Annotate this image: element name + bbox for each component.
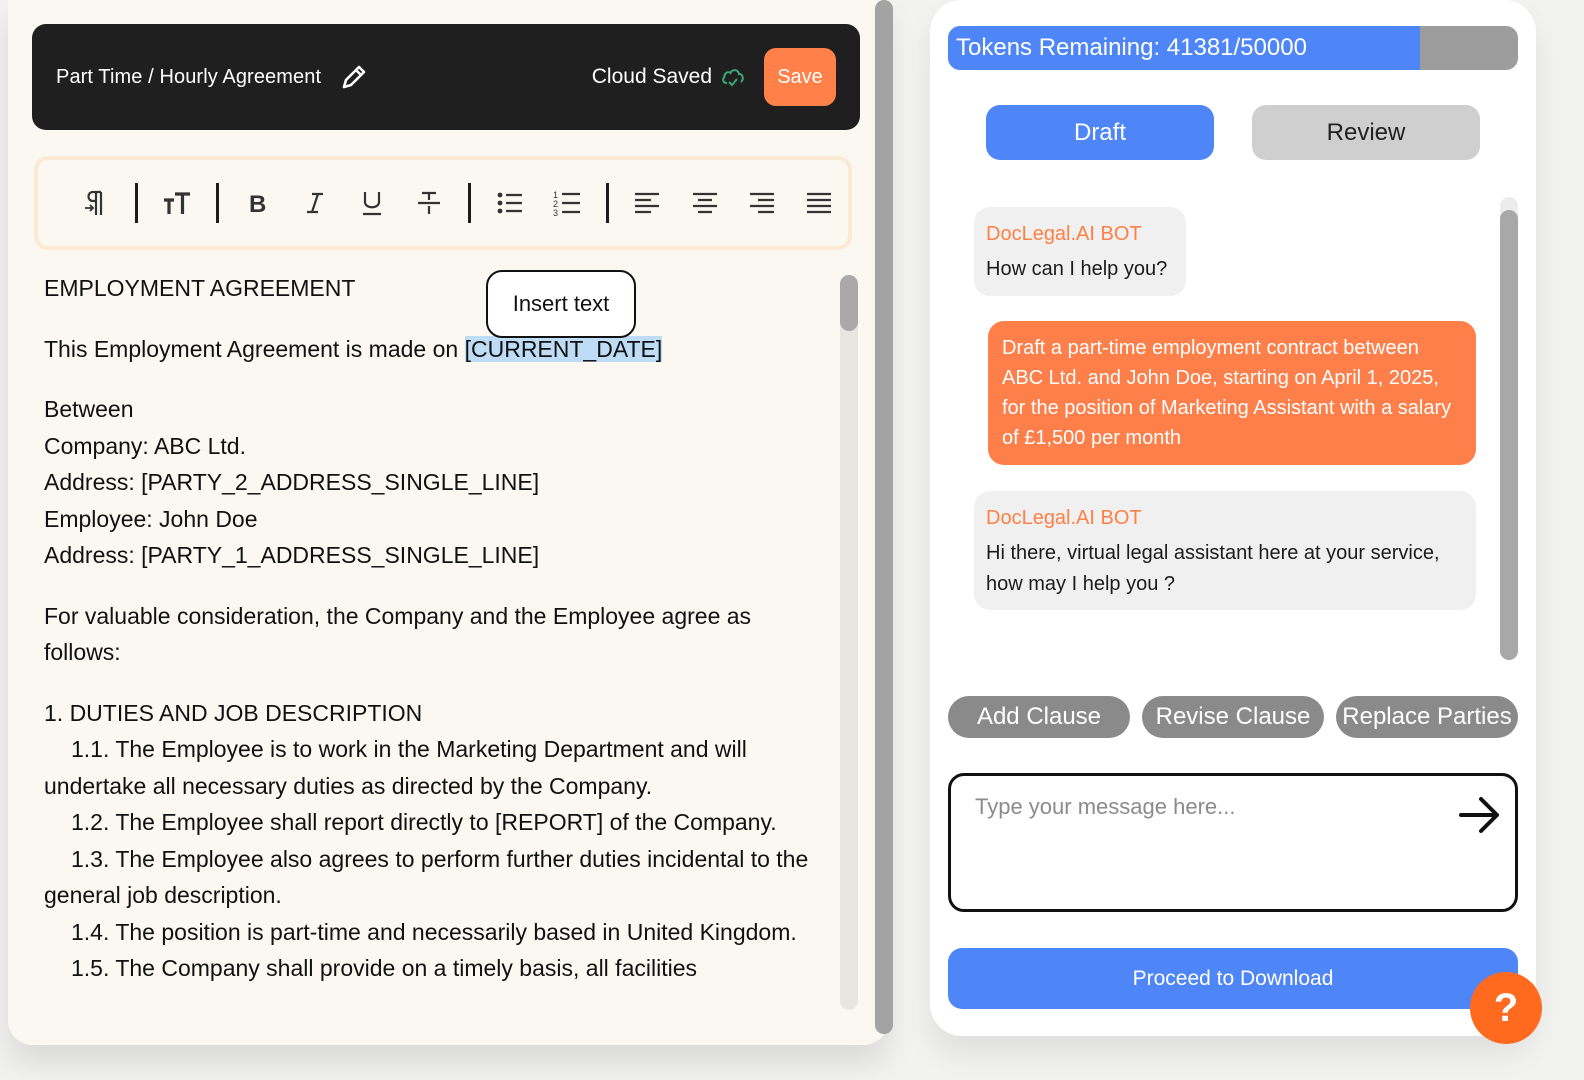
editor-panel: Part Time / Hourly Agreement Cloud Saved… bbox=[8, 0, 888, 1045]
editor-outer-scrollbar[interactable] bbox=[875, 0, 893, 1034]
tab-draft[interactable]: Draft bbox=[986, 105, 1214, 160]
svg-text:3: 3 bbox=[553, 208, 558, 217]
clause-1-4: 1.4. The position is part-time and neces… bbox=[71, 918, 797, 945]
align-center-icon[interactable] bbox=[676, 174, 733, 232]
revise-clause-button[interactable]: Revise Clause bbox=[1142, 696, 1324, 738]
bot-name: DocLegal.AI BOT bbox=[986, 507, 1142, 529]
help-button[interactable]: ? bbox=[1470, 972, 1542, 1044]
proceed-to-download-button[interactable]: Proceed to Download bbox=[948, 948, 1518, 1009]
bot-message: DocLegal.AI BOT Hi there, virtual legal … bbox=[974, 491, 1476, 610]
clause-1-5: 1.5. The Company shall provide on a time… bbox=[71, 955, 697, 981]
align-justify-icon[interactable] bbox=[791, 174, 848, 232]
bullet-list-icon[interactable] bbox=[481, 174, 538, 232]
chat-scrollbar-thumb[interactable] bbox=[1500, 210, 1518, 660]
clause-1-3: 1.3. The Employee also agrees to perform… bbox=[44, 845, 809, 909]
section-heading: 1. DUTIES AND JOB DESCRIPTION bbox=[44, 699, 423, 726]
text-size-icon[interactable] bbox=[148, 174, 205, 232]
between-label: Between bbox=[44, 396, 134, 422]
document-scrollbar-thumb[interactable] bbox=[840, 275, 858, 331]
insert-text-tooltip[interactable]: Insert text bbox=[486, 270, 636, 338]
document-header: Part Time / Hourly Agreement Cloud Saved… bbox=[32, 24, 860, 130]
numbered-list-icon[interactable]: 123 bbox=[538, 174, 595, 232]
toolbar-divider bbox=[605, 183, 609, 223]
document-scrollbar-track[interactable] bbox=[840, 275, 858, 1010]
bot-message-text: Hi there, virtual legal assistant here a… bbox=[986, 542, 1440, 595]
tokens-progress-bar: Tokens Remaining: 41381/50000 bbox=[948, 26, 1518, 70]
assistant-panel: Tokens Remaining: 41381/50000 Draft Revi… bbox=[930, 0, 1536, 1036]
underline-icon[interactable] bbox=[343, 174, 400, 232]
toolbar-divider bbox=[215, 183, 219, 223]
tokens-remaining-label: Tokens Remaining: 41381/50000 bbox=[956, 34, 1307, 61]
add-clause-button[interactable]: Add Clause bbox=[948, 696, 1130, 738]
paragraph-icon[interactable] bbox=[68, 174, 125, 232]
document-heading: EMPLOYMENT AGREEMENT bbox=[44, 275, 356, 301]
bold-icon[interactable]: B bbox=[229, 174, 286, 232]
document-body[interactable]: EMPLOYMENT AGREEMENT This Employment Agr… bbox=[44, 270, 834, 1015]
message-composer bbox=[948, 773, 1518, 912]
align-left-icon[interactable] bbox=[619, 174, 676, 232]
bot-message: DocLegal.AI BOT How can I help you? bbox=[974, 207, 1186, 296]
clause-1-2: 1.2. The Employee shall report directly … bbox=[71, 809, 777, 835]
employee-line: Employee: John Doe bbox=[44, 505, 258, 532]
cloud-status-label: Cloud Saved bbox=[591, 65, 712, 88]
made-on-text: This Employment Agreement is made on bbox=[44, 335, 465, 362]
save-button[interactable]: Save bbox=[764, 48, 836, 106]
tab-review[interactable]: Review bbox=[1252, 105, 1480, 160]
message-input[interactable] bbox=[975, 794, 1445, 820]
party1-address-line: Address: [PARTY_1_ADDRESS_SINGLE_LINE] bbox=[44, 542, 540, 568]
user-message: Draft a part-time employment contract be… bbox=[988, 321, 1476, 465]
document-title: Part Time / Hourly Agreement bbox=[56, 65, 322, 88]
clause-1-1: 1.1. The Employee is to work in the Mark… bbox=[44, 736, 747, 799]
consideration-paragraph: For valuable consideration, the Company … bbox=[44, 602, 752, 666]
party2-address-line: Address: [PARTY_2_ADDRESS_SINGLE_LINE] bbox=[44, 469, 540, 495]
user-message-text: Draft a part-time employment contract be… bbox=[1002, 337, 1452, 449]
strikethrough-icon[interactable] bbox=[401, 174, 458, 232]
replace-parties-button[interactable]: Replace Parties bbox=[1336, 696, 1518, 738]
current-date-placeholder[interactable]: [CURRENT_DATE] bbox=[464, 335, 663, 362]
cloud-check-icon bbox=[720, 64, 746, 90]
svg-text:B: B bbox=[249, 191, 266, 215]
formatting-toolbar: B 123 bbox=[34, 156, 852, 250]
toolbar-divider bbox=[468, 183, 471, 223]
bot-message-text: How can I help you? bbox=[986, 258, 1168, 280]
italic-icon[interactable] bbox=[286, 174, 343, 232]
align-right-icon[interactable] bbox=[733, 174, 790, 232]
toolbar-divider bbox=[135, 183, 139, 223]
pencil-icon[interactable] bbox=[339, 62, 369, 92]
bot-name: DocLegal.AI BOT bbox=[986, 223, 1142, 245]
company-line: Company: ABC Ltd. bbox=[44, 432, 246, 459]
arrow-right-icon[interactable] bbox=[1457, 792, 1503, 838]
